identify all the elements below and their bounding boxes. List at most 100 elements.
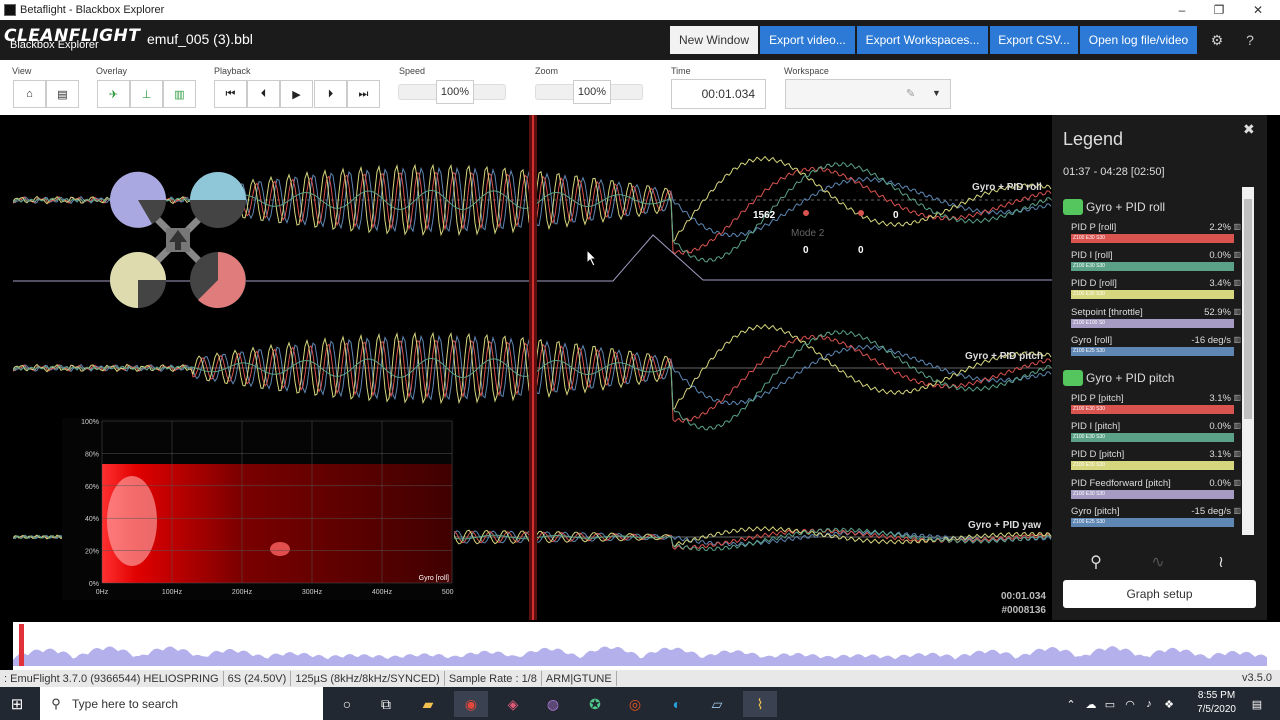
legend-field-scale: Z100 E30 S30 xyxy=(1071,404,1234,414)
legend-scrollbar[interactable] xyxy=(1242,187,1254,535)
cortana-icon[interactable]: ○ xyxy=(330,691,364,717)
legend-field[interactable]: PID P [roll] 2.2% ▥ Z100 E30 S30 xyxy=(1071,217,1241,245)
taskbar-search-placeholder: Type here to search xyxy=(72,696,179,711)
export-video-button[interactable]: Export video... xyxy=(760,26,855,54)
export-csv-button[interactable]: Export CSV... xyxy=(990,26,1078,54)
tray-cloud-icon[interactable]: ☁ xyxy=(1082,696,1100,712)
speed-slider[interactable]: 100% xyxy=(398,80,506,104)
craft-graph-icon[interactable]: ⚲ xyxy=(1083,551,1109,573)
export-workspaces-button[interactable]: Export Workspaces... xyxy=(857,26,988,54)
notifications-icon[interactable]: ▤ xyxy=(1248,696,1266,712)
field-settings-icon[interactable]: ▥ xyxy=(1233,449,1241,458)
status-flight-mode: ARM|GTUNE xyxy=(542,671,617,686)
log-graph[interactable]: 100% 0Hz 80% 100Hz 60% 200Hz 40% 300Hz 20% 400Hz 0… xyxy=(13,115,1052,620)
tray-dropbox-icon[interactable]: ❖ xyxy=(1160,696,1178,712)
tray-volume-icon[interactable]: ♪ xyxy=(1140,696,1158,712)
legend-field[interactable]: Gyro [pitch] -15 deg/s ▥ Z100 E25 S30 xyxy=(1071,501,1241,529)
spectrum-x-tick: 300Hz xyxy=(302,589,323,596)
legend-scroll-thumb[interactable] xyxy=(1244,199,1252,419)
app-icon-blue[interactable]: ◐ xyxy=(660,691,694,717)
workspace-select[interactable]: ✎ ▼ xyxy=(785,79,951,109)
github-icon[interactable]: ◍ xyxy=(536,691,570,717)
open-log-button[interactable]: Open log file/video xyxy=(1080,26,1197,54)
file-explorer-icon[interactable]: ▰ xyxy=(411,691,445,717)
chevron-down-icon[interactable]: ▼ xyxy=(932,88,941,98)
spectrum-y-tick: 0% xyxy=(89,581,99,588)
legend-field[interactable]: Setpoint [throttle] 52.9% ▥ Z100 E100 S0 xyxy=(1071,302,1241,330)
analyser-overlay-button[interactable]: ▥ xyxy=(163,80,196,108)
taskbar-search[interactable]: ⚲ Type here to search xyxy=(40,687,323,720)
help-icon[interactable]: ? xyxy=(1240,30,1260,50)
field-settings-icon[interactable]: ▥ xyxy=(1233,335,1241,344)
tray-chevron-icon[interactable]: ⌃ xyxy=(1062,696,1080,712)
seekbar-canvas[interactable] xyxy=(13,622,1267,670)
field-settings-icon[interactable]: ▥ xyxy=(1233,478,1241,487)
craft-overlay-button[interactable]: ✈ xyxy=(97,80,130,108)
table-view-button[interactable]: ▤ xyxy=(46,80,79,108)
edit-pencil-icon[interactable]: ✎ xyxy=(906,87,915,100)
field-settings-icon[interactable]: ▥ xyxy=(1233,506,1241,515)
hover-zero-mid: 0 xyxy=(858,245,864,256)
speed-label: Speed xyxy=(399,66,426,76)
field-settings-icon[interactable]: ▥ xyxy=(1233,307,1241,316)
taskbar-clock[interactable]: 8:55 PM 7/5/2020 xyxy=(1197,689,1236,717)
legend-field[interactable]: PID P [pitch] 3.1% ▥ Z100 E30 S30 xyxy=(1071,388,1241,416)
windows-taskbar: ⊞ ⚲ Type here to search ○ ⧉ ▰ ◉ ◈ ◍ ✪ ◎ … xyxy=(0,687,1280,720)
graph-label-pitch: Gyro + PID pitch xyxy=(965,351,1044,362)
jump-start-button[interactable]: ⏮ xyxy=(214,80,247,108)
spectrum-x-tick: 200Hz xyxy=(232,589,253,596)
jump-end-button[interactable]: ⏭ xyxy=(347,80,380,108)
legend-field[interactable]: PID I [roll] 0.0% ▥ Z100 E30 S30 xyxy=(1071,245,1241,273)
maximize-button[interactable]: ❐ xyxy=(1199,0,1239,20)
tray-wifi-icon[interactable]: ◠ xyxy=(1121,696,1139,712)
hover-point xyxy=(858,210,864,216)
legend-field-name: Setpoint [throttle] xyxy=(1071,306,1143,318)
legend-group[interactable]: Gyro + PID pitch xyxy=(1063,368,1241,388)
close-window-button[interactable]: ✕ xyxy=(1238,0,1278,20)
speed-value[interactable]: 100% xyxy=(436,80,474,104)
app-icon-tablet[interactable]: ▱ xyxy=(700,691,734,717)
legend-field[interactable]: PID I [pitch] 0.0% ▥ Z100 E30 S30 xyxy=(1071,416,1241,444)
settings-gear-icon[interactable]: ⚙ xyxy=(1207,30,1227,50)
sticks-overlay-button[interactable]: ⊥ xyxy=(130,80,163,108)
new-window-button[interactable]: New Window xyxy=(670,26,758,54)
legend-field[interactable]: PID D [roll] 3.4% ▥ Z100 E30 S30 xyxy=(1071,273,1241,301)
ubuntu-icon[interactable]: ◎ xyxy=(618,691,652,717)
step-back-button[interactable]: ⏴ xyxy=(247,80,280,108)
step-forward-button[interactable]: ⏵ xyxy=(314,80,347,108)
seekbar-position[interactable] xyxy=(19,624,24,666)
field-settings-icon[interactable]: ▥ xyxy=(1233,278,1241,287)
zoom-value[interactable]: 100% xyxy=(573,80,611,104)
seekbar[interactable] xyxy=(13,622,1267,670)
time-input[interactable]: 00:01.034 xyxy=(671,79,766,109)
legend-group-toggle[interactable] xyxy=(1063,369,1083,386)
field-settings-icon[interactable]: ▥ xyxy=(1233,250,1241,259)
spectrum-graph-icon[interactable]: ∿ xyxy=(1145,551,1171,573)
legend-group-toggle[interactable] xyxy=(1063,199,1083,215)
field-settings-icon[interactable]: ▥ xyxy=(1233,421,1241,430)
legend-group[interactable]: Gyro + PID roll xyxy=(1063,197,1241,217)
app-header: CLEANFLIGHT Blackbox Explorer emuf_005 (… xyxy=(0,20,1280,60)
field-settings-icon[interactable]: ▥ xyxy=(1233,393,1241,402)
windows-start-icon[interactable]: ⊞ xyxy=(8,695,26,713)
app-icon-green[interactable]: ✪ xyxy=(578,691,612,717)
spectrum-y-tick: 80% xyxy=(85,451,99,458)
legend-group-name: Gyro + PID pitch xyxy=(1086,370,1175,385)
play-button[interactable]: ▶ xyxy=(280,80,313,108)
home-view-button[interactable]: ⌂ xyxy=(13,80,46,108)
smooth-graph-icon[interactable]: ≀ xyxy=(1208,551,1234,573)
legend-field[interactable]: Gyro [roll] -16 deg/s ▥ Z100 E25 S30 xyxy=(1071,330,1241,358)
legend-field[interactable]: PID Feedforward [pitch] 0.0% ▥ Z100 E30 S30 xyxy=(1071,473,1241,501)
legend-list[interactable]: Gyro + PID roll PID P [roll] 2.2% ▥ Z100 E30… xyxy=(1063,187,1241,535)
task-view-icon[interactable]: ⧉ xyxy=(369,691,403,717)
legend-close-icon[interactable]: ✖ xyxy=(1243,121,1255,138)
minimize-button[interactable]: – xyxy=(1162,0,1202,20)
app-icon-mail[interactable]: ◈ xyxy=(496,691,530,717)
tray-battery-icon[interactable]: ▭ xyxy=(1101,696,1119,712)
legend-field[interactable]: PID D [pitch] 3.1% ▥ Z100 E30 S30 xyxy=(1071,444,1241,472)
graph-setup-button[interactable]: Graph setup xyxy=(1063,580,1256,608)
field-settings-icon[interactable]: ▥ xyxy=(1233,222,1241,231)
chrome-icon[interactable]: ◉ xyxy=(454,691,488,717)
blackbox-explorer-taskbar-icon[interactable]: ⌇ xyxy=(743,691,777,717)
zoom-slider[interactable]: 100% xyxy=(535,80,643,104)
